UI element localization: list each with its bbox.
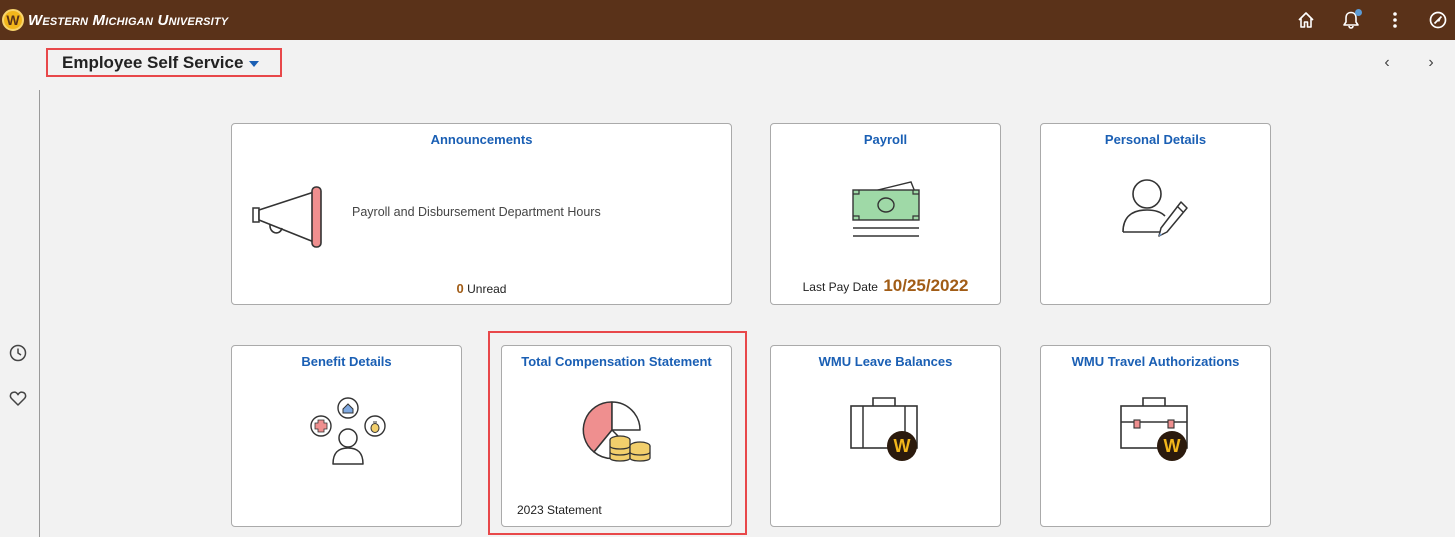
unread-count: 0 xyxy=(456,281,464,296)
suitcase-icon xyxy=(850,397,918,449)
dropdown-caret-icon xyxy=(249,61,260,67)
next-page-button[interactable]: › xyxy=(1424,54,1438,72)
tile-announcements[interactable]: Announcements Payroll and Disbursement D… xyxy=(231,123,732,305)
tile-title: Personal Details xyxy=(1104,132,1207,147)
tile-leave-balances[interactable]: WMU Leave Balances W xyxy=(770,345,1001,527)
tile-title: Announcements xyxy=(430,132,533,147)
tile-travel-authorizations[interactable]: WMU Travel Authorizations W xyxy=(1040,345,1271,527)
tile-title: WMU Travel Authorizations xyxy=(1071,354,1240,369)
previous-page-button[interactable]: ‹ xyxy=(1380,54,1394,72)
page-header: Employee Self Service ‹ › xyxy=(0,40,1455,90)
money-icon xyxy=(852,181,920,237)
homepage-selector[interactable]: Employee Self Service xyxy=(46,48,282,77)
briefcase-icon xyxy=(1120,397,1188,449)
last-pay-date-value: 10/25/2022 xyxy=(883,276,969,295)
logo-text: Western Michigan University xyxy=(28,11,229,29)
recent-places-icon[interactable] xyxy=(8,343,28,363)
tile-payroll[interactable]: Payroll Last Pay Date 10/25/2022 xyxy=(770,123,1001,305)
side-toolbar xyxy=(0,90,40,537)
highlight-box xyxy=(488,331,747,535)
actions-menu-icon[interactable] xyxy=(1385,10,1405,30)
announcement-message: Payroll and Disbursement Department Hour… xyxy=(352,205,601,219)
favorites-icon[interactable] xyxy=(8,388,28,408)
benefits-icon xyxy=(310,397,386,465)
top-banner: W Western Michigan University xyxy=(0,0,1455,40)
tile-title: Payroll xyxy=(863,132,908,147)
last-pay-date-label: Last Pay Date xyxy=(802,280,878,294)
notification-icon[interactable] xyxy=(1341,9,1362,30)
wmu-badge-icon: W xyxy=(1157,431,1187,461)
tile-benefit-details[interactable]: Benefit Details xyxy=(231,345,462,527)
unread-count-footer: 0 Unread xyxy=(232,281,731,296)
tile-title: Benefit Details xyxy=(301,354,392,369)
unread-label: Unread xyxy=(467,282,507,296)
notification-dot xyxy=(1355,9,1362,16)
university-logo[interactable]: W Western Michigan University xyxy=(2,9,228,31)
tile-personal-details[interactable]: Personal Details xyxy=(1040,123,1271,305)
logo-badge: W xyxy=(2,9,24,31)
person-edit-icon xyxy=(1122,179,1188,237)
navbar-icon[interactable] xyxy=(1428,10,1448,30)
megaphone-icon xyxy=(252,186,322,248)
last-pay-date: Last Pay Date 10/25/2022 xyxy=(771,276,1000,296)
tile-title: WMU Leave Balances xyxy=(818,354,953,369)
wmu-badge-icon: W xyxy=(887,431,917,461)
home-icon[interactable] xyxy=(1296,10,1316,30)
homepage-title: Employee Self Service xyxy=(62,52,244,72)
